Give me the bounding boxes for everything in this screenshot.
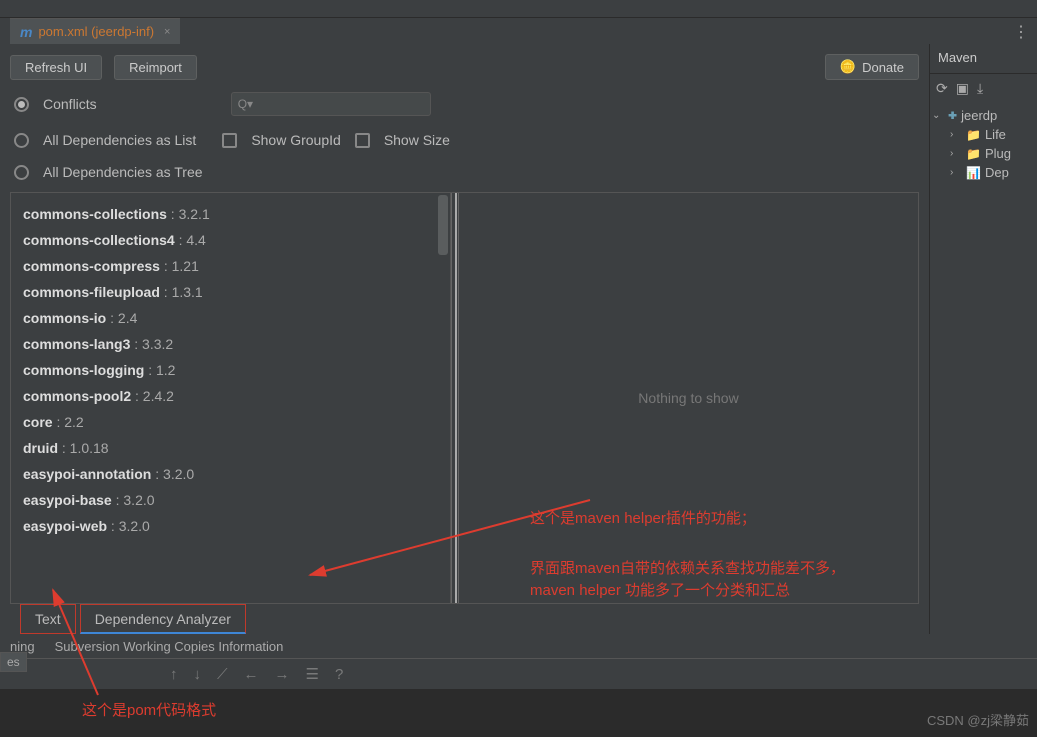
editor-sub-tabs: Text Dependency Analyzer [0, 604, 929, 634]
search-input[interactable]: Q▾ [231, 92, 431, 116]
dependency-list[interactable]: commons-collections : 3.2.1commons-colle… [11, 193, 451, 603]
maven-project-tree[interactable]: ⌄🞧jeerdp›📁Life›📁Plug›📊Dep [930, 102, 1037, 634]
toolbar-icon-5[interactable]: ☰ [306, 665, 319, 683]
editor-tab-bar: m pom.xml (jeerdp-inf) × ⋮ [0, 18, 1037, 44]
dependency-item[interactable]: easypoi-base : 3.2.0 [23, 487, 438, 513]
dependency-item[interactable]: commons-collections4 : 4.4 [23, 227, 438, 253]
maven-tree-item[interactable]: ⌄🞧jeerdp [932, 106, 1035, 125]
donate-label: Donate [862, 60, 904, 75]
checkbox-show-size[interactable] [355, 133, 370, 148]
maven-title: Maven [930, 44, 1037, 74]
file-tab-label: pom.xml (jeerdp-inf) [38, 24, 154, 39]
maven-tree-item[interactable]: ›📊Dep [932, 163, 1035, 182]
filter-row-1: Conflicts Q▾ [0, 84, 929, 124]
toolbar-icon-6[interactable]: ? [335, 666, 343, 683]
maven-toolbar: ⟳ ▣ ⤓ [930, 74, 1037, 102]
maven-tool-window: Maven ⟳ ▣ ⤓ ⌄🞧jeerdp›📁Life›📁Plug›📊Dep [930, 44, 1037, 634]
dependency-area: commons-collections : 3.2.1commons-colle… [10, 192, 919, 604]
radio-all-tree-label: All Dependencies as Tree [43, 164, 203, 180]
search-icon: Q▾ [238, 97, 253, 111]
radio-all-list-label: All Dependencies as List [43, 132, 196, 148]
dependency-item[interactable]: druid : 1.0.18 [23, 435, 438, 461]
dependency-item[interactable]: commons-logging : 1.2 [23, 357, 438, 383]
maven-tree-item[interactable]: ›📁Life [932, 125, 1035, 144]
dependency-item[interactable]: commons-io : 2.4 [23, 305, 438, 331]
maven-file-icon: m [20, 24, 32, 40]
scrollbar-thumb[interactable] [438, 195, 448, 255]
toolbar-icon-4[interactable]: → [275, 666, 290, 683]
filter-row-2: All Dependencies as List Show GroupId Sh… [0, 124, 929, 156]
toolbar-icon-3[interactable]: ← [244, 666, 259, 683]
dependency-item[interactable]: commons-collections : 3.2.1 [23, 201, 438, 227]
title-strip [0, 0, 1037, 18]
dependency-item[interactable]: commons-fileupload : 1.3.1 [23, 279, 438, 305]
tab-text[interactable]: Text [20, 604, 76, 634]
checkbox-show-groupid[interactable] [222, 133, 237, 148]
dependency-item[interactable]: commons-compress : 1.21 [23, 253, 438, 279]
dependency-item[interactable]: commons-pool2 : 2.4.2 [23, 383, 438, 409]
maven-refresh-icon[interactable]: ⟳ [936, 80, 948, 97]
status-bar: ning Subversion Working Copies Informati… [0, 634, 1037, 658]
toolbar-icon-1[interactable]: ↓ [194, 666, 202, 683]
tab-dependency-analyzer[interactable]: Dependency Analyzer [80, 604, 246, 634]
radio-conflicts-label: Conflicts [43, 96, 97, 112]
dependency-item[interactable]: commons-lang3 : 3.3.2 [23, 331, 438, 357]
left-gutter-label[interactable]: es [0, 652, 27, 672]
dependency-analyzer-pane: Refresh UI Reimport 🪙 Donate Conflicts Q… [0, 44, 930, 634]
lower-toolbar: ↑ ↓ ⟋ ← → ☰? [0, 659, 1037, 689]
watermark: CSDN @zj梁静茹 [927, 710, 1029, 729]
donate-icon: 🪙 [840, 59, 856, 75]
close-icon[interactable]: × [164, 26, 170, 38]
tab-options-icon[interactable]: ⋮ [1013, 22, 1029, 42]
file-tab-pom[interactable]: m pom.xml (jeerdp-inf) × [10, 18, 180, 44]
dependency-item[interactable]: easypoi-web : 3.2.0 [23, 513, 438, 539]
toolbar-icon-0[interactable]: ↑ [170, 666, 178, 683]
dependency-detail-empty: Nothing to show [459, 193, 918, 603]
maven-generate-icon[interactable]: ▣ [956, 80, 969, 97]
donate-button[interactable]: 🪙 Donate [825, 54, 919, 80]
radio-conflicts[interactable] [14, 97, 29, 112]
filter-row-3: All Dependencies as Tree [0, 156, 929, 188]
checkbox-show-size-label: Show Size [384, 132, 450, 148]
refresh-button[interactable]: Refresh UI [10, 55, 102, 80]
splitter-handle[interactable] [451, 193, 459, 603]
dependency-item[interactable]: core : 2.2 [23, 409, 438, 435]
checkbox-show-groupid-label: Show GroupId [251, 132, 341, 148]
toolbar-icon-2[interactable]: ⟋ [217, 666, 228, 683]
reimport-button[interactable]: Reimport [114, 55, 197, 80]
maven-download-icon[interactable]: ⤓ [977, 80, 983, 97]
radio-all-tree[interactable] [14, 165, 29, 180]
annotation-4: 这个是pom代码格式 [82, 700, 216, 722]
analyzer-toolbar: Refresh UI Reimport 🪙 Donate [0, 50, 929, 84]
maven-tree-item[interactable]: ›📁Plug [932, 144, 1035, 163]
radio-all-list[interactable] [14, 133, 29, 148]
status-svn[interactable]: Subversion Working Copies Information [55, 639, 284, 654]
dependency-item[interactable]: easypoi-annotation : 3.2.0 [23, 461, 438, 487]
